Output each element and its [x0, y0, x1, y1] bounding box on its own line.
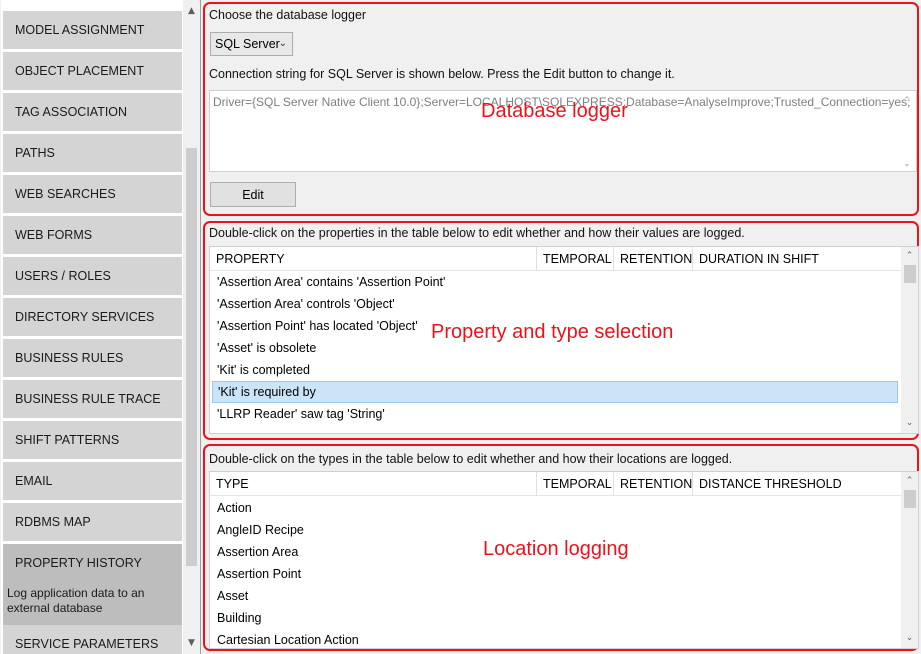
row-label: Building: [217, 611, 262, 625]
row-label: Asset: [217, 589, 249, 603]
table-row[interactable]: 'Kit' is completed: [212, 359, 898, 381]
column-header-retention[interactable]: RETENTION: [614, 247, 693, 271]
sidebar-item-users-roles[interactable]: USERS / ROLES: [3, 257, 182, 296]
sidebar-item-email[interactable]: EMAIL: [3, 462, 182, 501]
row-label: 'Kit' is completed: [217, 363, 311, 377]
sidebar-item-label: WEB SEARCHES: [15, 187, 116, 201]
table-row[interactable]: Assertion Point: [212, 563, 898, 585]
row-label: 'Assertion Area' controls 'Object': [217, 297, 395, 311]
table-row[interactable]: 'Assertion Area' contains 'Assertion Poi…: [212, 271, 898, 293]
scroll-up-icon[interactable]: ⌃: [901, 473, 918, 490]
type-table-scrollbar[interactable]: ⌃ ⌄: [901, 472, 918, 648]
row-label: 'LLRP Reader' saw tag 'String': [217, 407, 385, 421]
row-label: AngleID Recipe: [217, 523, 304, 537]
column-header-distance[interactable]: DISTANCE THRESHOLD: [693, 472, 902, 496]
property-selection-panel: Double-click on the properties in the ta…: [203, 221, 919, 440]
scroll-down-icon[interactable]: ⌄: [900, 158, 914, 169]
row-label: 'Asset' is obsolete: [217, 341, 317, 355]
sidebar-list: MODEL ASSIGNMENT OBJECT PLACEMENT TAG AS…: [1, 0, 183, 654]
table-row[interactable]: Building: [212, 607, 898, 629]
scroll-thumb[interactable]: [904, 265, 916, 283]
row-label: 'Assertion Area' contains 'Assertion Poi…: [217, 275, 446, 289]
table-row[interactable]: Cartesian Location Action: [212, 629, 898, 648]
row-label: Action: [217, 501, 252, 515]
row-label: Assertion Area: [217, 545, 299, 559]
location-instructions: Double-click on the types in the table b…: [209, 452, 733, 466]
row-label: Cartesian Location Action: [217, 633, 359, 647]
scroll-thumb[interactable]: [186, 148, 197, 566]
sidebar-item-paths[interactable]: PATHS: [3, 134, 182, 173]
sidebar-item-model-assignment[interactable]: MODEL ASSIGNMENT: [3, 11, 182, 50]
sidebar-item-rdbms-map[interactable]: RDBMS MAP: [3, 503, 182, 542]
sidebar-item-label: DIRECTORY SERVICES: [15, 310, 155, 324]
sidebar-item-label: TAG ASSOCIATION: [15, 105, 128, 119]
sidebar-item-label: SERVICE PARAMETERS: [15, 637, 159, 651]
scroll-down-icon[interactable]: ▼: [183, 634, 200, 651]
property-selection-annotation: Property and type selection: [431, 321, 674, 343]
property-instructions: Double-click on the properties in the ta…: [209, 226, 745, 240]
sidebar-item-directory-services[interactable]: DIRECTORY SERVICES: [3, 298, 182, 337]
table-row[interactable]: Asset: [212, 585, 898, 607]
column-header-temporal[interactable]: TEMPORAL: [537, 472, 614, 496]
column-header-duration[interactable]: DURATION IN SHIFT: [693, 247, 902, 271]
database-logger-panel: Choose the database logger SQL Server ⌄ …: [203, 2, 919, 216]
sidebar-item-object-placement[interactable]: OBJECT PLACEMENT: [3, 52, 182, 91]
sidebar-item-label: RDBMS MAP: [15, 515, 91, 529]
table-row[interactable]: 'Assertion Area' controls 'Object': [212, 293, 898, 315]
sidebar-item-web-forms[interactable]: WEB FORMS: [3, 216, 182, 255]
sidebar-item-business-rule-trace[interactable]: BUSINESS RULE TRACE: [3, 380, 182, 419]
sidebar-item-service-parameters[interactable]: SERVICE PARAMETERS: [3, 625, 182, 654]
scroll-down-icon[interactable]: ⌄: [901, 415, 918, 432]
scroll-thumb[interactable]: [904, 490, 916, 508]
sidebar-item-tag-association[interactable]: TAG ASSOCIATION: [3, 93, 182, 132]
location-logging-annotation: Location logging: [483, 538, 629, 560]
column-header-type[interactable]: TYPE: [210, 472, 537, 496]
sidebar-item-label: MODEL ASSIGNMENT: [15, 23, 145, 37]
database-logger-annotation: Database logger: [481, 100, 628, 122]
sidebar-scrollbar[interactable]: ▲ ▼: [183, 0, 200, 654]
table-row[interactable]: Action: [212, 497, 898, 519]
row-label: 'Kit' is required by: [218, 385, 316, 399]
sidebar-item-description: Log application data to an external data…: [7, 586, 145, 615]
scroll-up-icon[interactable]: ▲: [183, 2, 200, 19]
sidebar-item-shift-patterns[interactable]: SHIFT PATTERNS: [3, 421, 182, 460]
connection-info-label: Connection string for SQL Server is show…: [209, 67, 675, 81]
property-table-scrollbar[interactable]: ⌃ ⌄: [901, 247, 918, 433]
sidebar-item-label: EMAIL: [15, 474, 53, 488]
sidebar-item-web-searches[interactable]: WEB SEARCHES: [3, 175, 182, 214]
edit-button[interactable]: Edit: [210, 182, 296, 207]
scroll-up-icon[interactable]: ⌃: [901, 248, 918, 265]
sidebar-item-label: USERS / ROLES: [15, 269, 111, 283]
sidebar-item-label: OBJECT PLACEMENT: [15, 64, 144, 78]
logger-select-value: SQL Server: [215, 37, 280, 51]
logger-select[interactable]: SQL Server ⌄: [210, 32, 293, 56]
scroll-up-icon[interactable]: ⌃: [900, 95, 914, 106]
sidebar-item-business-rules[interactable]: BUSINESS RULES: [3, 339, 182, 378]
table-header: TYPE TEMPORAL RETENTION DISTANCE THRESHO…: [210, 472, 902, 496]
column-header-property[interactable]: PROPERTY: [210, 247, 537, 271]
sidebar-item-label: BUSINESS RULES: [15, 351, 124, 365]
sidebar-item-label: BUSINESS RULE TRACE: [15, 392, 161, 406]
sidebar-item-label: PATHS: [15, 146, 55, 160]
row-label: Assertion Point: [217, 567, 302, 581]
table-header: PROPERTY TEMPORAL RETENTION DURATION IN …: [210, 247, 902, 271]
sidebar: MODEL ASSIGNMENT OBJECT PLACEMENT TAG AS…: [0, 0, 201, 654]
choose-logger-label: Choose the database logger: [209, 8, 367, 22]
table-row-selected[interactable]: 'Kit' is required by: [212, 381, 898, 403]
scroll-down-icon[interactable]: ⌄: [901, 630, 918, 647]
column-header-temporal[interactable]: TEMPORAL: [537, 247, 614, 271]
column-header-retention[interactable]: RETENTION: [614, 472, 693, 496]
row-label: 'Assertion Point' has located 'Object': [217, 319, 418, 333]
sidebar-item-label: PROPERTY HISTORY: [15, 556, 142, 570]
sidebar-item-label: WEB FORMS: [15, 228, 93, 242]
sidebar-item-label: SHIFT PATTERNS: [15, 433, 120, 447]
location-logging-panel: Double-click on the types in the table b…: [203, 444, 919, 651]
chevron-down-icon: ⌄: [278, 38, 287, 49]
table-row[interactable]: 'LLRP Reader' saw tag 'String': [212, 403, 898, 425]
